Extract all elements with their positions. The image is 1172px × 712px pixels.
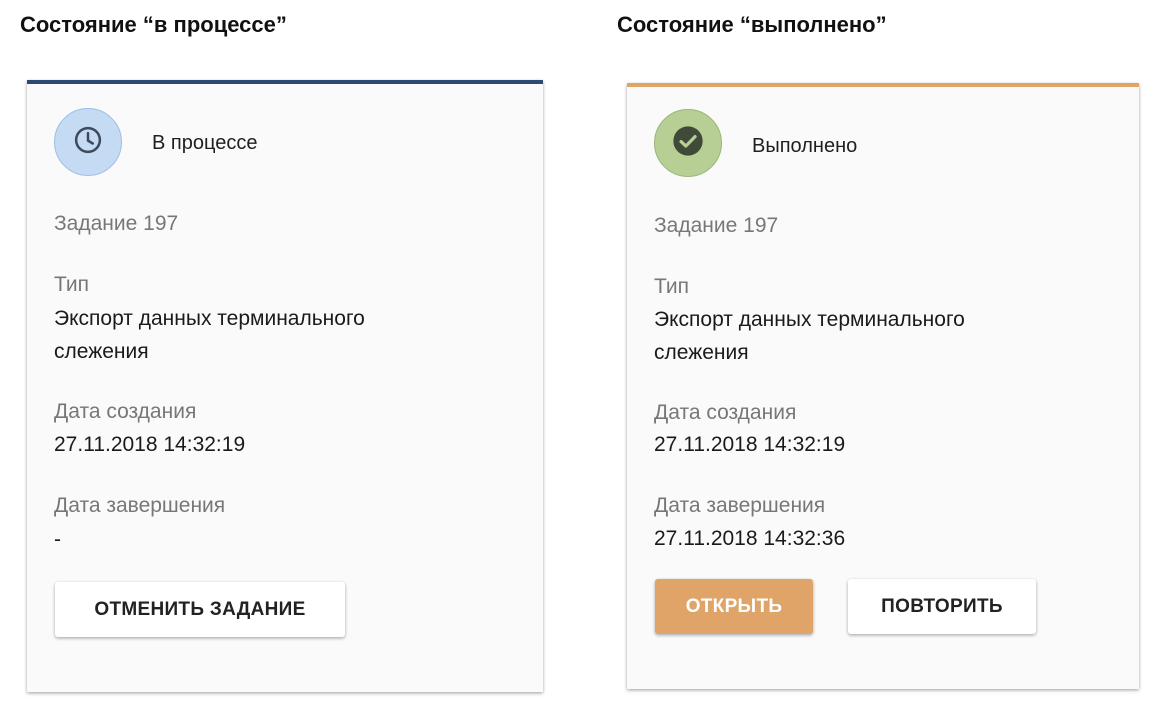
open-button[interactable]: ОТКРЫТЬ — [655, 579, 813, 634]
finished-label: Дата завершения — [54, 494, 226, 517]
type-value-line1: Экспорт данных терминального — [654, 308, 965, 331]
heading-done: Состояние “выполнено” — [617, 12, 887, 37]
status-icon-circle — [654, 109, 722, 177]
task-card-in-progress: В процессе Задание 197 Тип Экспорт данны… — [27, 80, 543, 692]
status-icon-circle — [54, 108, 122, 176]
type-label: Тип — [54, 273, 90, 296]
finished-value: - — [54, 528, 61, 551]
heading-in-progress: Состояние “в процессе” — [20, 12, 287, 37]
type-value-line2: слежения — [654, 341, 749, 364]
type-value-line2: слежения — [54, 340, 149, 363]
check-circle-icon — [672, 125, 704, 162]
type-label: Тип — [654, 275, 690, 298]
type-value-line1: Экспорт данных терминального — [54, 307, 365, 330]
clock-icon — [73, 125, 103, 160]
created-label: Дата создания — [654, 401, 797, 424]
task-title: Задание 197 — [654, 214, 779, 237]
finished-label: Дата завершения — [654, 494, 826, 517]
task-card-done: Выполнено Задание 197 Тип Экспорт данных… — [627, 83, 1139, 689]
retry-button[interactable]: ПОВТОРИТЬ — [848, 579, 1036, 634]
created-value: 27.11.2018 14:32:19 — [54, 433, 246, 456]
created-value: 27.11.2018 14:32:19 — [654, 433, 846, 456]
cancel-task-button[interactable]: ОТМЕНИТЬ ЗАДАНИЕ — [55, 582, 345, 637]
finished-value: 27.11.2018 14:32:36 — [654, 527, 846, 550]
status-label: В процессе — [152, 132, 258, 154]
created-label: Дата создания — [54, 400, 197, 423]
task-title: Задание 197 — [54, 212, 179, 235]
status-label: Выполнено — [752, 135, 858, 157]
